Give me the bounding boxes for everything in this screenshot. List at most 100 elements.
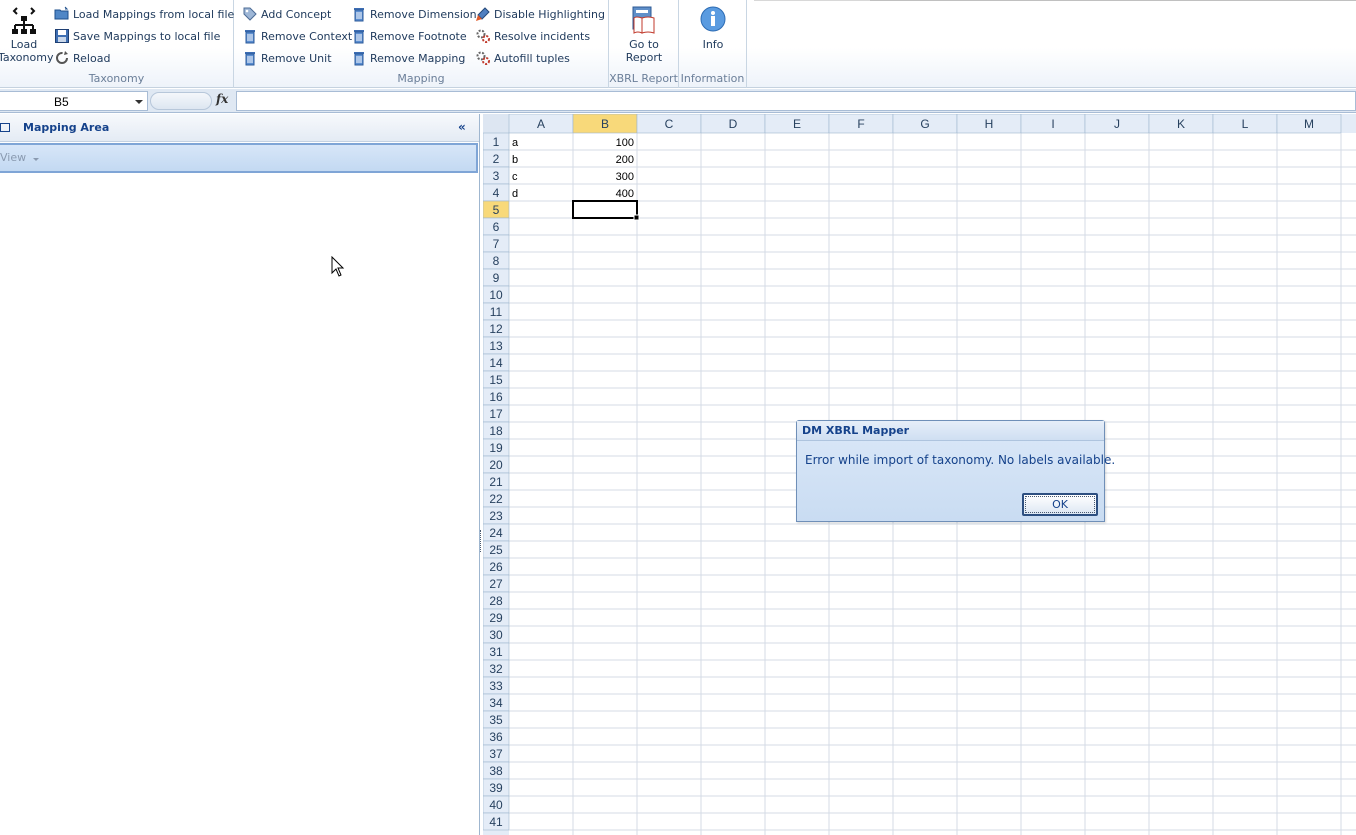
hierarchy-icon: [12, 7, 36, 34]
cell-A4[interactable]: d: [512, 188, 518, 200]
error-dialog: DM XBRL Mapper Error while import of tax…: [796, 420, 1115, 522]
gears-icon: [476, 51, 490, 65]
row-header-label: 12: [489, 322, 503, 336]
row-header-label: 10: [489, 288, 503, 302]
dialog-message: Error while import of taxonomy. No label…: [805, 453, 1116, 467]
reload-icon: [56, 51, 68, 64]
trash-icon: [354, 52, 364, 66]
pane-title: Mapping Area: [23, 121, 110, 134]
cell-A2[interactable]: b: [512, 154, 518, 166]
row-header-label: 34: [489, 696, 503, 710]
collapse-pane-icon[interactable]: «: [458, 120, 474, 134]
info-label: Info: [702, 38, 724, 51]
remove-mapping-button[interactable]: Remove Mapping: [351, 48, 465, 68]
information-group-label: Information: [680, 72, 745, 85]
ok-button[interactable]: OK: [1022, 493, 1098, 516]
disable-highlighting-button[interactable]: Disable Highlighting: [475, 4, 605, 24]
remove-footnote-label: Remove Footnote: [370, 29, 467, 43]
remove-dimension-label: Remove Dimension: [370, 7, 477, 21]
row-header-label: 3: [493, 169, 500, 183]
load-taxonomy-label: Load Taxonomy: [0, 38, 54, 64]
cell-B2[interactable]: 200: [616, 154, 634, 166]
row-header-label: 36: [489, 730, 503, 744]
trash-icon: [245, 30, 255, 44]
trash-icon: [354, 8, 364, 22]
mapping-group-label: Mapping: [397, 72, 445, 85]
select-all-corner[interactable]: [483, 114, 509, 133]
row-header-label: 11: [490, 305, 503, 319]
row-header-label: 20: [489, 458, 503, 472]
add-concept-label: Add Concept: [261, 7, 332, 21]
column-header-label: J: [1114, 117, 1120, 131]
row-header-label: 6: [493, 220, 500, 234]
load-taxonomy-button[interactable]: Load Taxonomy: [0, 4, 54, 64]
row-header-label: 41: [489, 815, 503, 829]
xbrl-report-group-label: XBRL Report: [609, 72, 678, 85]
row-header-label: 26: [489, 560, 503, 574]
load-mappings-button[interactable]: Load Mappings from local file: [54, 4, 234, 24]
row-header-label: 35: [489, 713, 503, 727]
remove-context-button[interactable]: Remove Context: [242, 26, 352, 46]
row-header-label: 8: [493, 254, 500, 268]
row-header-label: 21: [489, 475, 503, 489]
gears-icon: [476, 29, 490, 43]
row-header-label: 37: [489, 747, 503, 761]
column-header-label: M: [1304, 117, 1314, 131]
view-toolbar: View: [0, 143, 478, 173]
go-to-report-button[interactable]: Go to Report: [615, 4, 673, 64]
cell-B3[interactable]: 300: [616, 171, 634, 183]
resolve-incidents-button[interactable]: Resolve incidents: [475, 26, 590, 46]
remove-unit-button[interactable]: Remove Unit: [242, 48, 332, 68]
row-header-label: 19: [489, 441, 503, 455]
row-header-label: 25: [489, 543, 503, 557]
row-header-label: 4: [493, 186, 500, 200]
dialog-title-bar[interactable]: DM XBRL Mapper: [797, 421, 1104, 441]
remove-mapping-label: Remove Mapping: [370, 51, 466, 65]
formula-input[interactable]: [236, 91, 1356, 111]
remove-dimension-button[interactable]: Remove Dimension: [351, 4, 477, 24]
name-box[interactable]: B5: [0, 91, 148, 111]
row-header-label: 22: [489, 492, 503, 506]
row-header-label: 23: [489, 509, 503, 523]
cell-B4[interactable]: 400: [616, 188, 634, 200]
row-header-label: 7: [493, 237, 500, 251]
add-concept-button[interactable]: Add Concept: [242, 4, 331, 24]
remove-unit-label: Remove Unit: [261, 51, 332, 65]
autofill-tuples-button[interactable]: Autofill tuples: [475, 48, 570, 68]
column-header-label: H: [985, 117, 994, 131]
chevron-down-icon[interactable]: [135, 100, 143, 104]
row-header-label: 29: [489, 611, 503, 625]
row-header-label: 2: [493, 152, 500, 166]
view-menu[interactable]: View: [0, 151, 26, 164]
row-header-label: 28: [489, 594, 503, 608]
ribbon-group-mapping: Add Concept Remove Context Remove Unit R…: [234, 0, 609, 88]
row-header-label: 32: [489, 662, 503, 676]
column-header-label: F: [857, 117, 864, 131]
row-header-label: 17: [489, 407, 503, 421]
column-header-label: E: [793, 117, 801, 131]
save-mappings-button[interactable]: Save Mappings to local file: [54, 26, 220, 46]
cell-A3[interactable]: c: [512, 171, 518, 183]
cell-A1[interactable]: a: [512, 137, 519, 149]
formula-bar: B5 fx: [0, 89, 1356, 113]
reload-button[interactable]: Reload: [54, 48, 110, 68]
remove-footnote-button[interactable]: Remove Footnote: [351, 26, 467, 46]
taxonomy-group-label: Taxonomy: [88, 72, 145, 85]
row-header-label: 33: [489, 679, 503, 693]
info-button[interactable]: Info: [693, 4, 733, 51]
cell-B1[interactable]: 100: [616, 137, 634, 149]
row-header-label: 18: [489, 424, 503, 438]
report-book-icon: [632, 6, 655, 34]
chevron-down-icon[interactable]: [33, 158, 39, 161]
insert-function-icon[interactable]: fx: [216, 92, 228, 106]
formula-bar-expand-handle[interactable]: [150, 92, 212, 110]
selected-cell-border[interactable]: [572, 200, 638, 219]
row-header-label: 5: [493, 203, 500, 217]
mapping-area-pane: Mapping Area « View: [0, 114, 480, 835]
row-header-label: 39: [489, 781, 503, 795]
pane-float-icon[interactable]: [0, 123, 10, 132]
fill-handle[interactable]: [633, 214, 640, 221]
name-box-value: B5: [54, 95, 69, 109]
column-header-label: L: [1242, 117, 1249, 131]
go-to-report-label: Go to Report: [625, 38, 663, 64]
